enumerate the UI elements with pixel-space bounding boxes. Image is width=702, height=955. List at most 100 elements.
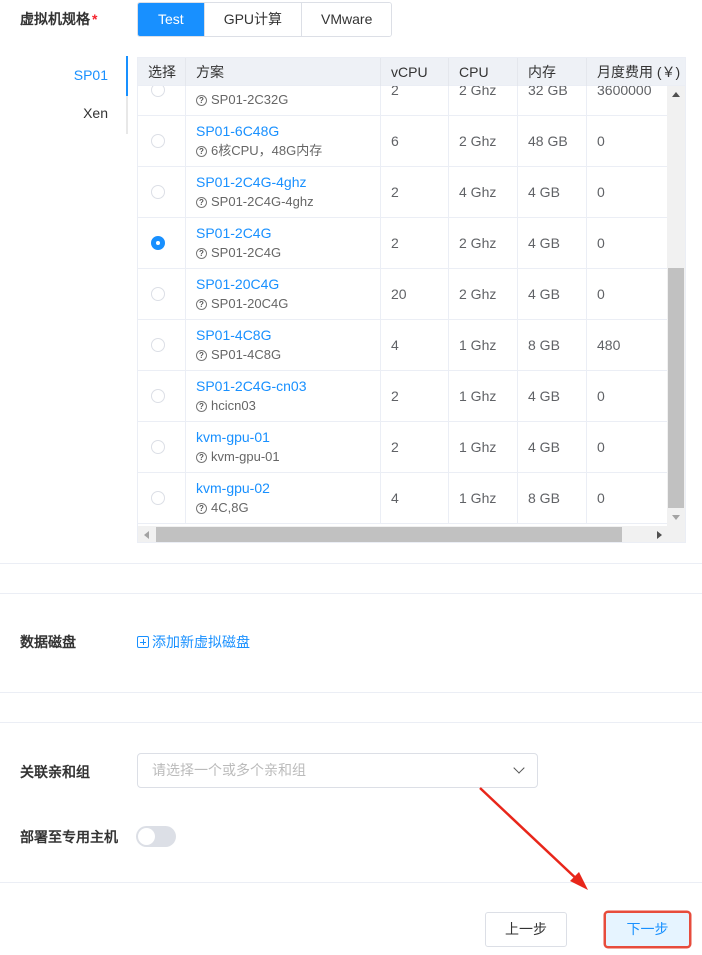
plan-radio[interactable] [151,440,165,454]
divider [0,593,702,594]
header-cpu: CPU [449,58,518,86]
plan-desc-text: SP01-2C32G [211,92,289,107]
scroll-left-icon[interactable] [144,531,149,539]
side-tab-xen[interactable]: Xen [40,94,128,132]
dedicated-host-toggle[interactable] [136,826,176,847]
plan-radio[interactable] [151,134,165,148]
plan-description: ? 4C,8G [196,498,249,518]
table-row[interactable]: SP01-2C4G? SP01-2C4G 2 2 Ghz 4 GB 0 [138,218,668,269]
add-disk-button[interactable]: 添加新虚拟磁盘 [137,632,250,652]
plan-radio[interactable] [151,338,165,352]
header-select: 选择 [138,58,186,86]
vcpu-cell: 20 [381,269,449,319]
plan-name[interactable]: SP01-2C4G-cn03 [196,376,307,396]
memory-cell: 4 GB [518,422,587,472]
prev-button[interactable]: 上一步 [485,912,567,947]
divider [0,563,702,564]
plan-name[interactable]: SP01-4C8G [196,325,271,345]
vcpu-cell: 4 [381,320,449,370]
question-icon: ? [196,94,207,106]
plan-name[interactable]: SP01-2C4G-4ghz [196,172,307,192]
select-cell [138,269,186,319]
plus-icon [137,636,149,648]
plan-desc-text: SP01-2C4G-4ghz [211,194,314,209]
horizontal-scrollbar[interactable] [138,526,685,542]
table-row[interactable]: kvm-gpu-01? kvm-gpu-01 2 1 Ghz 4 GB 0 [138,422,668,473]
spec-tabs: Test GPU计算 VMware [137,2,393,37]
spec-label: 虚拟机规格 * [20,11,98,27]
plan-name[interactable]: kvm-gpu-01 [196,427,270,447]
select-cell [138,473,186,523]
side-tab-indicator [126,56,128,134]
table-row[interactable]: kvm-gpu-02? 4C,8G 4 1 Ghz 8 GB 0 [138,473,668,524]
question-icon: ? [196,502,207,514]
plan-radio[interactable] [151,389,165,403]
affinity-placeholder: 请选择一个或多个亲和组 [152,762,306,778]
select-cell [138,86,186,115]
plan-radio[interactable] [151,86,165,97]
select-cell [138,116,186,166]
plan-desc-text: hcicn03 [211,398,256,413]
header-memory: 内存 [518,58,587,86]
tab-gpu[interactable]: GPU计算 [203,3,302,36]
select-cell [138,422,186,472]
fee-cell: 0 [587,218,668,268]
header-vcpu: vCPU [381,58,449,86]
plan-desc-text: kvm-gpu-01 [211,449,280,464]
table-header: 选择 方案 vCPU CPU 内存 月度费用 (￥) [138,58,685,86]
vertical-scroll-thumb[interactable] [668,268,684,508]
plan-description: ? kvm-gpu-01 [196,447,280,467]
plan-radio[interactable] [151,185,165,199]
fee-cell: 0 [587,422,668,472]
cpu-cell: 2 Ghz [449,269,518,319]
vcpu-cell: 2 [381,86,449,115]
header-monthly-fee: 月度费用 (￥) [587,58,685,86]
side-tab-sp01[interactable]: SP01 [40,56,128,94]
memory-cell: 4 GB [518,218,587,268]
plan-radio[interactable] [151,287,165,301]
scroll-down-icon[interactable] [672,515,680,520]
disk-label: 数据磁盘 [20,634,76,650]
memory-cell: 8 GB [518,320,587,370]
cpu-cell: 1 Ghz [449,422,518,472]
plan-desc-text: 6核CPU，48G内存 [211,143,323,158]
fee-cell: 480 [587,320,668,370]
plan-cell: kvm-gpu-02? 4C,8G [186,473,381,523]
plan-name[interactable]: SP01-6C48G [196,121,279,141]
plan-description: ? SP01-20C4G [196,294,288,314]
plan-desc-text: SP01-2C4G [211,245,282,260]
plan-description: ? hcicn03 [196,396,256,416]
table-row[interactable]: SP01-2C4G-cn03? hcicn03 2 1 Ghz 4 GB 0 [138,371,668,422]
vertical-scrollbar[interactable] [667,86,685,526]
next-button[interactable]: 下一步 [605,912,690,947]
table-row[interactable]: SP01-20C4G? SP01-20C4G 20 2 Ghz 4 GB 0 [138,269,668,320]
plan-cell: ? SP01-2C32G [186,86,381,115]
plan-name[interactable]: SP01-2C4G [196,223,271,243]
select-cell [138,167,186,217]
horizontal-scroll-thumb[interactable] [156,527,622,542]
table-row[interactable]: SP01-2C4G-4ghz? SP01-2C4G-4ghz 2 4 Ghz 4 GB 0 [138,167,668,218]
table-row[interactable]: ? SP01-2C32G 2 2 Ghz 32 GB 3600000 [138,86,668,116]
cpu-cell: 1 Ghz [449,473,518,523]
vcpu-cell: 2 [381,422,449,472]
scroll-up-icon[interactable] [672,92,680,97]
scroll-right-icon[interactable] [657,531,662,539]
table-row[interactable]: SP01-4C8G? SP01-4C8G 4 1 Ghz 8 GB 480 [138,320,668,371]
plan-desc-text: SP01-20C4G [211,296,289,311]
select-cell [138,371,186,421]
fee-cell: 0 [587,116,668,166]
toggle-knob [138,828,155,845]
tab-test[interactable]: Test [138,3,204,36]
tab-vmware[interactable]: VMware [301,3,392,36]
memory-cell: 32 GB [518,86,587,115]
memory-cell: 4 GB [518,371,587,421]
plan-description: ? SP01-4C8G [196,345,281,365]
table-row[interactable]: SP01-6C48G? 6核CPU，48G内存 6 2 Ghz 48 GB 0 [138,116,668,167]
plan-radio[interactable] [151,491,165,505]
question-icon: ? [196,400,207,412]
plan-name[interactable]: kvm-gpu-02 [196,478,270,498]
plan-name[interactable]: SP01-20C4G [196,274,279,294]
required-mark: * [92,11,98,27]
divider [0,692,702,693]
plan-radio[interactable] [151,236,165,250]
